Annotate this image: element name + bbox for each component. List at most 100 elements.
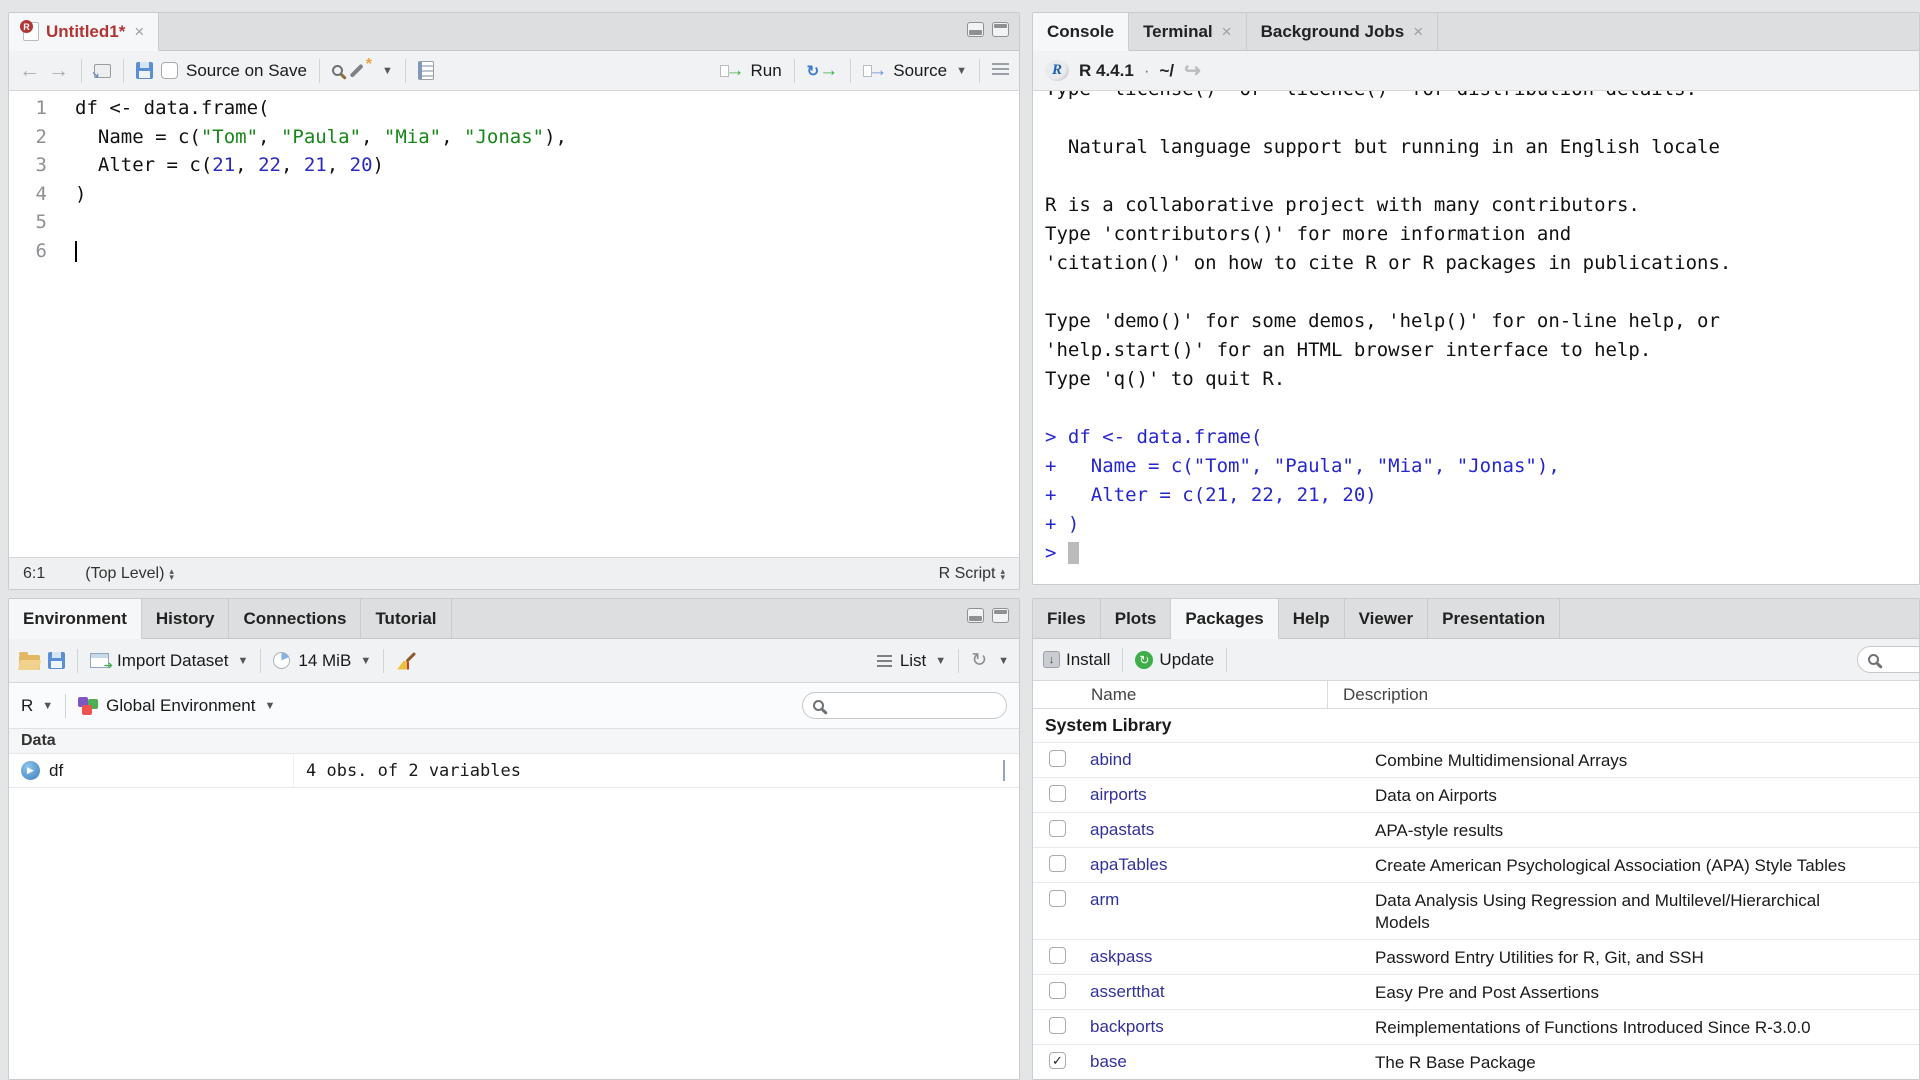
package-name-link[interactable]: apaTables (1090, 853, 1310, 875)
environment-search-input[interactable] (802, 692, 1007, 719)
open-in-new-window-icon[interactable] (94, 64, 111, 78)
language-dropdown-icon[interactable]: ▼ (42, 700, 53, 712)
line-number-gutter: 123456 (9, 91, 59, 557)
save-icon[interactable] (136, 62, 153, 79)
forward-icon[interactable]: → (48, 60, 69, 81)
environment-tab-environment[interactable]: Environment (9, 599, 142, 639)
tab-label: Tutorial (375, 609, 436, 629)
tab-label: Connections (243, 609, 346, 629)
filetype-selector[interactable]: R Script ▴▾ (939, 565, 1005, 583)
maximize-pane-icon[interactable] (992, 608, 1009, 623)
package-description: Combine Multidimensional Arrays (1375, 748, 1855, 772)
language-selector[interactable]: R ▼ (21, 696, 53, 716)
memory-dropdown-icon[interactable]: ▼ (360, 655, 371, 667)
package-loaded-checkbox[interactable] (1049, 947, 1066, 964)
environment-tabstrip: EnvironmentHistory Connections Tutorial (9, 599, 1019, 639)
package-row: assertthatEasy Pre and Post Assertions (1033, 975, 1919, 1010)
import-dataset-button[interactable]: Import Dataset ▼ (117, 651, 248, 671)
package-name-link[interactable]: base (1090, 1050, 1310, 1072)
maximize-pane-icon[interactable] (992, 22, 1009, 37)
console-output-line: Type 'license()' or 'licence()' for dist… (1045, 91, 1919, 104)
minimize-pane-icon[interactable] (967, 22, 984, 37)
close-tab-icon[interactable]: × (1413, 22, 1423, 42)
refresh-dropdown-icon[interactable]: ▼ (998, 655, 1009, 667)
close-tab-icon[interactable]: × (134, 22, 144, 42)
source-dropdown-icon[interactable]: ▼ (956, 65, 967, 77)
environment-tab-tutorial[interactable]: Tutorial (361, 599, 451, 638)
package-loaded-checkbox[interactable] (1049, 750, 1066, 767)
package-name-link[interactable]: arm (1090, 888, 1310, 910)
package-loaded-checkbox[interactable] (1049, 1017, 1066, 1034)
package-loaded-checkbox[interactable] (1049, 982, 1066, 999)
code-tools-icon[interactable] (351, 61, 371, 81)
view-mode-dropdown-icon[interactable]: ▼ (935, 655, 946, 667)
minimize-pane-icon[interactable] (967, 608, 984, 623)
package-loaded-checkbox[interactable] (1049, 890, 1066, 907)
files-tab-presentation[interactable]: Presentation (1428, 599, 1560, 638)
view-table-icon[interactable] (1003, 760, 1005, 781)
package-row: apaTablesCreate American Psychological A… (1033, 848, 1919, 883)
source-button[interactable]: → Source ▼ (863, 61, 967, 81)
files-tab-help[interactable]: Help (1279, 599, 1345, 638)
environment-dropdown-icon[interactable]: ▼ (264, 700, 275, 712)
scope-selector[interactable]: (Top Level) ▴▾ (85, 565, 174, 583)
package-loaded-checkbox[interactable]: ✓ (1049, 1052, 1066, 1069)
tab-label: Help (1293, 609, 1330, 629)
package-name-link[interactable]: assertthat (1090, 980, 1310, 1002)
files-packages-pane: FilesPlotsPackages Help ViewerPresentation… (1032, 598, 1920, 1080)
package-name-link[interactable]: askpass (1090, 945, 1310, 967)
install-button[interactable]: ↓ Install (1043, 650, 1110, 670)
run-button[interactable]: → Run (720, 61, 781, 81)
package-name-link[interactable]: airports (1090, 783, 1310, 805)
package-name-link[interactable]: apastats (1090, 818, 1310, 840)
code-editor[interactable]: 123456 df <- data.frame( Name = c("Tom",… (9, 91, 1019, 557)
environment-selector[interactable]: Global Environment ▼ (106, 696, 275, 716)
run-icon: → (720, 61, 744, 80)
source-icon: → (863, 61, 887, 80)
environment-tab-history[interactable]: History (142, 599, 230, 638)
files-tab-viewer[interactable]: Viewer (1345, 599, 1429, 638)
packages-search-input[interactable] (1857, 646, 1920, 673)
clear-workspace-icon[interactable] (396, 651, 416, 671)
code-tools-dropdown-icon[interactable]: ▼ (382, 65, 393, 77)
packages-table-header: Name Description (1033, 681, 1919, 709)
package-name-link[interactable]: backports (1090, 1015, 1310, 1037)
save-workspace-icon[interactable] (48, 652, 65, 669)
files-tab-plots[interactable]: Plots (1101, 599, 1172, 638)
environment-object-row[interactable]: ▶df4 obs. of 2 variables (9, 754, 1019, 788)
files-tab-files[interactable]: Files (1033, 599, 1101, 638)
load-workspace-icon[interactable] (19, 655, 40, 670)
console-tab-console[interactable]: Console (1033, 13, 1129, 51)
console-tab-terminal[interactable]: Terminal× (1129, 13, 1247, 50)
memory-usage-icon (273, 652, 290, 669)
document-outline-icon[interactable] (992, 63, 1009, 78)
update-button[interactable]: ↻ Update (1135, 650, 1214, 670)
files-tab-packages[interactable]: Packages (1171, 599, 1278, 639)
expand-object-icon[interactable]: ▶ (21, 761, 40, 780)
import-dataset-dropdown-icon[interactable]: ▼ (238, 655, 249, 667)
console-output[interactable]: Type 'license()' or 'licence()' for dist… (1033, 91, 1919, 584)
package-loaded-checkbox[interactable] (1049, 820, 1066, 837)
editor-tabstrip: Untitled1* × (9, 13, 1019, 51)
goto-directory-icon[interactable]: ↪ (1184, 58, 1201, 83)
editor-tab-untitled1[interactable]: Untitled1* × (9, 13, 159, 51)
rerun-icon[interactable]: ↻→ (807, 60, 839, 82)
package-description: Password Entry Utilities for R, Git, and… (1375, 945, 1855, 969)
environment-tab-connections[interactable]: Connections (229, 599, 361, 638)
back-icon[interactable]: ← (19, 60, 40, 81)
package-name-link[interactable]: abind (1090, 748, 1310, 770)
console-pane: ConsoleTerminal×Background Jobs× R R 4.4… (1032, 12, 1920, 585)
source-on-save-checkbox[interactable] (161, 62, 178, 79)
cursor-position: 6:1 (23, 565, 45, 583)
console-tab-background-jobs[interactable]: Background Jobs× (1247, 13, 1439, 50)
compile-report-icon[interactable] (418, 61, 434, 80)
find-replace-icon[interactable] (332, 65, 343, 76)
code-line (75, 208, 567, 237)
package-loaded-checkbox[interactable] (1049, 785, 1066, 802)
package-loaded-checkbox[interactable] (1049, 855, 1066, 872)
r-logo-icon: R (1045, 60, 1069, 81)
close-tab-icon[interactable]: × (1222, 22, 1232, 42)
refresh-icon[interactable]: ↻ (971, 651, 987, 670)
memory-usage-button[interactable]: 14 MiB ▼ (298, 651, 371, 671)
view-mode-button[interactable]: List ▼ (900, 651, 946, 671)
